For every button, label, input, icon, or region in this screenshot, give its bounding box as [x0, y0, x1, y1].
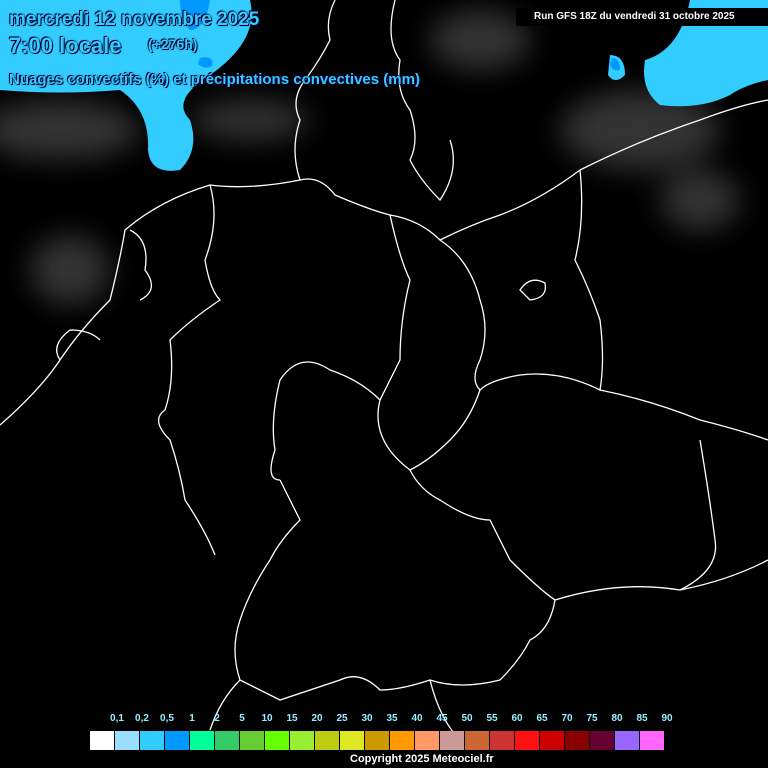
- legend-swatch: [215, 731, 239, 750]
- legend-swatch: [390, 731, 414, 750]
- legend-label: 0,2: [135, 713, 149, 724]
- legend-swatch: [515, 731, 539, 750]
- legend-swatch: [340, 731, 364, 750]
- legend-label: 20: [311, 713, 323, 724]
- legend-swatch: [465, 731, 489, 750]
- weather-map: mercredi 12 novembre 2025 7:00 locale (+…: [0, 0, 768, 768]
- legend-swatch: [240, 731, 264, 750]
- legend-label: 15: [286, 713, 298, 724]
- legend-label: 75: [586, 713, 598, 724]
- legend-label: 2: [214, 713, 220, 724]
- legend-swatch: [440, 731, 464, 750]
- legend-swatch: [165, 731, 189, 750]
- parameter-title: Nuages convectifs (%) et précipitations …: [9, 71, 420, 88]
- legend-swatch: [415, 731, 439, 750]
- legend-label: 5: [239, 713, 245, 724]
- model-run-label: Run GFS 18Z du vendredi 31 octobre 2025: [516, 8, 768, 26]
- legend-label: 25: [336, 713, 348, 724]
- legend-swatch: [540, 731, 564, 750]
- legend-swatch: [615, 731, 639, 750]
- legend-label: 60: [511, 713, 523, 724]
- legend-label: 90: [661, 713, 673, 724]
- legend-label: 35: [386, 713, 398, 724]
- forecast-time: 7:00 locale: [9, 33, 122, 58]
- forecast-date: mercredi 12 novembre 2025: [9, 9, 260, 30]
- legend-label: 40: [411, 713, 423, 724]
- legend-label: 80: [611, 713, 623, 724]
- legend-label: 70: [561, 713, 573, 724]
- legend-labels: 0,1 0,2 0,5 1 2 5 10 15 20 25 30 35 40 45 50 55 60 65 70 75…: [105, 713, 680, 727]
- legend-label: 50: [461, 713, 473, 724]
- legend-swatch: [590, 731, 614, 750]
- legend-label: 65: [536, 713, 548, 724]
- legend-label: 1: [189, 713, 195, 724]
- legend-swatch: [265, 731, 289, 750]
- legend-swatch: [190, 731, 214, 750]
- copyright: Copyright 2025 Meteociel.fr: [350, 753, 494, 765]
- legend-swatch: [365, 731, 389, 750]
- legend-label: 30: [361, 713, 373, 724]
- legend-swatch: [490, 731, 514, 750]
- legend-swatch: [565, 731, 589, 750]
- legend-swatch: [140, 731, 164, 750]
- legend-label: 55: [486, 713, 498, 724]
- legend-swatch: [115, 731, 139, 750]
- map-canvas: [0, 0, 768, 741]
- legend-swatch: [90, 731, 114, 750]
- legend-label: 45: [436, 713, 448, 724]
- forecast-lead-time: (+276h): [148, 36, 198, 52]
- legend-label: 0,1: [110, 713, 124, 724]
- legend-swatch: [315, 731, 339, 750]
- legend-label: 85: [636, 713, 648, 724]
- legend-swatch: [290, 731, 314, 750]
- color-legend: [90, 731, 665, 750]
- legend-label: 0,5: [160, 713, 174, 724]
- legend-label: 10: [261, 713, 273, 724]
- legend-swatch: [640, 731, 664, 750]
